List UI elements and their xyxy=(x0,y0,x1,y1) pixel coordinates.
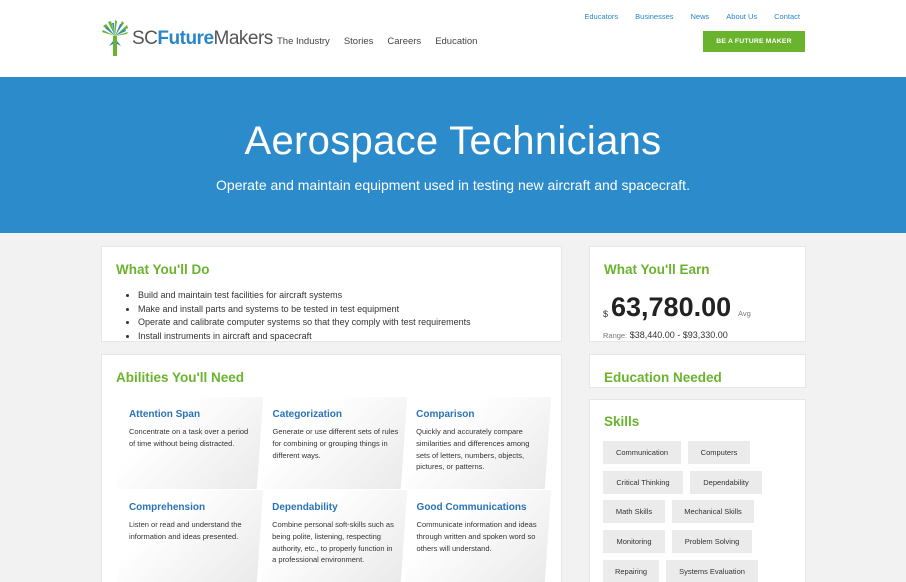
skill-tag[interactable]: Systems Evaluation xyxy=(666,560,758,582)
palmetto-tree-icon xyxy=(100,20,130,56)
main-nav: The Industry Stories Careers Education xyxy=(277,36,491,47)
logo-future: Future xyxy=(157,27,214,49)
ability-tile: Dependability Combine personal soft-skil… xyxy=(260,490,408,582)
skill-tag[interactable]: Monitoring xyxy=(603,530,665,553)
ability-description: Generate or use different sets of rules … xyxy=(272,427,399,460)
top-nav-educators[interactable]: Educators xyxy=(584,12,618,21)
ability-tile: Good Communications Communicate informat… xyxy=(404,490,552,582)
site-logo[interactable]: SCFutureMakers xyxy=(100,20,273,56)
ability-description: Concentrate on a task over a period of t… xyxy=(128,427,249,448)
main-nav-education[interactable]: Education xyxy=(435,36,477,47)
main-nav-industry[interactable]: The Industry xyxy=(277,36,330,47)
skill-tag[interactable]: Communication xyxy=(603,441,681,464)
what-youll-do-heading: What You'll Do xyxy=(116,262,210,277)
what-youll-do-card: What You'll Do Build and maintain test f… xyxy=(101,246,562,342)
education-needed-card[interactable]: Education Needed xyxy=(589,354,806,388)
salary-range: Range: $38,440.00 - $93,330.00 xyxy=(603,330,728,340)
skills-card: Skills Communication Computers Critical … xyxy=(589,399,806,582)
ability-tile: Categorization Generate or use different… xyxy=(260,397,408,489)
skill-tag[interactable]: Computers xyxy=(688,441,750,464)
ability-title: Comprehension xyxy=(128,502,206,513)
what-youll-earn-heading: What You'll Earn xyxy=(604,262,710,277)
skill-tag[interactable]: Repairing xyxy=(603,560,659,582)
be-a-future-maker-button[interactable]: BE A FUTURE MAKER xyxy=(703,31,805,52)
skills-heading: Skills xyxy=(604,414,640,429)
ability-title: Attention Span xyxy=(128,409,201,420)
top-nav-businesses[interactable]: Businesses xyxy=(635,12,673,21)
main-nav-stories[interactable]: Stories xyxy=(344,36,374,47)
currency-symbol: $ xyxy=(603,309,609,319)
top-nav-contact[interactable]: Contact xyxy=(774,12,800,21)
list-item: Build and maintain test facilities for a… xyxy=(138,289,471,303)
ability-description: Listen or read and understand the inform… xyxy=(128,520,242,541)
ability-tile: Attention Span Concentrate on a task ove… xyxy=(116,397,264,489)
hero-banner: Aerospace Technicians Operate and mainta… xyxy=(0,77,906,233)
ability-title: Good Communications xyxy=(416,502,527,513)
average-salary: 63,780.00 xyxy=(611,292,732,322)
list-item: Operate and calibrate computer systems s… xyxy=(138,316,471,330)
list-item: Install instruments in aircraft and spac… xyxy=(138,330,471,344)
skill-tag[interactable]: Dependability xyxy=(690,471,762,494)
what-youll-earn-card: What You'll Earn $ 63,780.00 Avg Range: … xyxy=(589,246,806,342)
duties-list: Build and maintain test facilities for a… xyxy=(138,289,471,343)
main-nav-careers[interactable]: Careers xyxy=(387,36,421,47)
top-nav-about-us[interactable]: About Us xyxy=(726,12,757,21)
education-needed-heading: Education Needed xyxy=(604,370,722,385)
page-subtitle: Operate and maintain equipment used in t… xyxy=(216,177,690,193)
list-item: Make and install parts and systems to be… xyxy=(138,303,471,317)
ability-title: Categorization xyxy=(272,409,342,420)
ability-title: Comparison xyxy=(416,409,475,420)
ability-tile: Comprehension Listen or read and underst… xyxy=(116,490,264,582)
skill-tag[interactable]: Mechanical Skills xyxy=(672,500,754,523)
site-header: SCFutureMakers The Industry Stories Care… xyxy=(0,0,906,77)
ability-description: Combine personal soft-skills such as bei… xyxy=(272,520,394,565)
logo-makers: Makers xyxy=(213,27,274,49)
ability-title: Dependability xyxy=(272,502,338,513)
skill-tag[interactable]: Critical Thinking xyxy=(603,471,683,494)
ability-description: Communicate information and ideas throug… xyxy=(416,520,537,553)
skill-tag[interactable]: Problem Solving xyxy=(672,530,752,553)
ability-tile: Comparison Quickly and accurately compar… xyxy=(404,397,552,489)
top-nav-news[interactable]: News xyxy=(691,12,710,21)
range-label: Range: xyxy=(603,331,628,340)
utility-nav: Educators Businesses News About Us Conta… xyxy=(567,12,800,21)
avg-label: Avg xyxy=(738,309,751,318)
logo-wordmark: SCFutureMakers xyxy=(132,29,273,48)
skill-tag[interactable]: Math Skills xyxy=(603,500,665,523)
range-value: $38,440.00 - $93,330.00 xyxy=(629,330,728,340)
ability-description: Quickly and accurately compare similarit… xyxy=(416,427,530,472)
abilities-heading: Abilities You'll Need xyxy=(116,370,244,385)
abilities-card: Abilities You'll Need Attention Span Con… xyxy=(101,354,562,582)
logo-sc: SC xyxy=(132,27,158,49)
page-title: Aerospace Technicians xyxy=(244,119,662,163)
